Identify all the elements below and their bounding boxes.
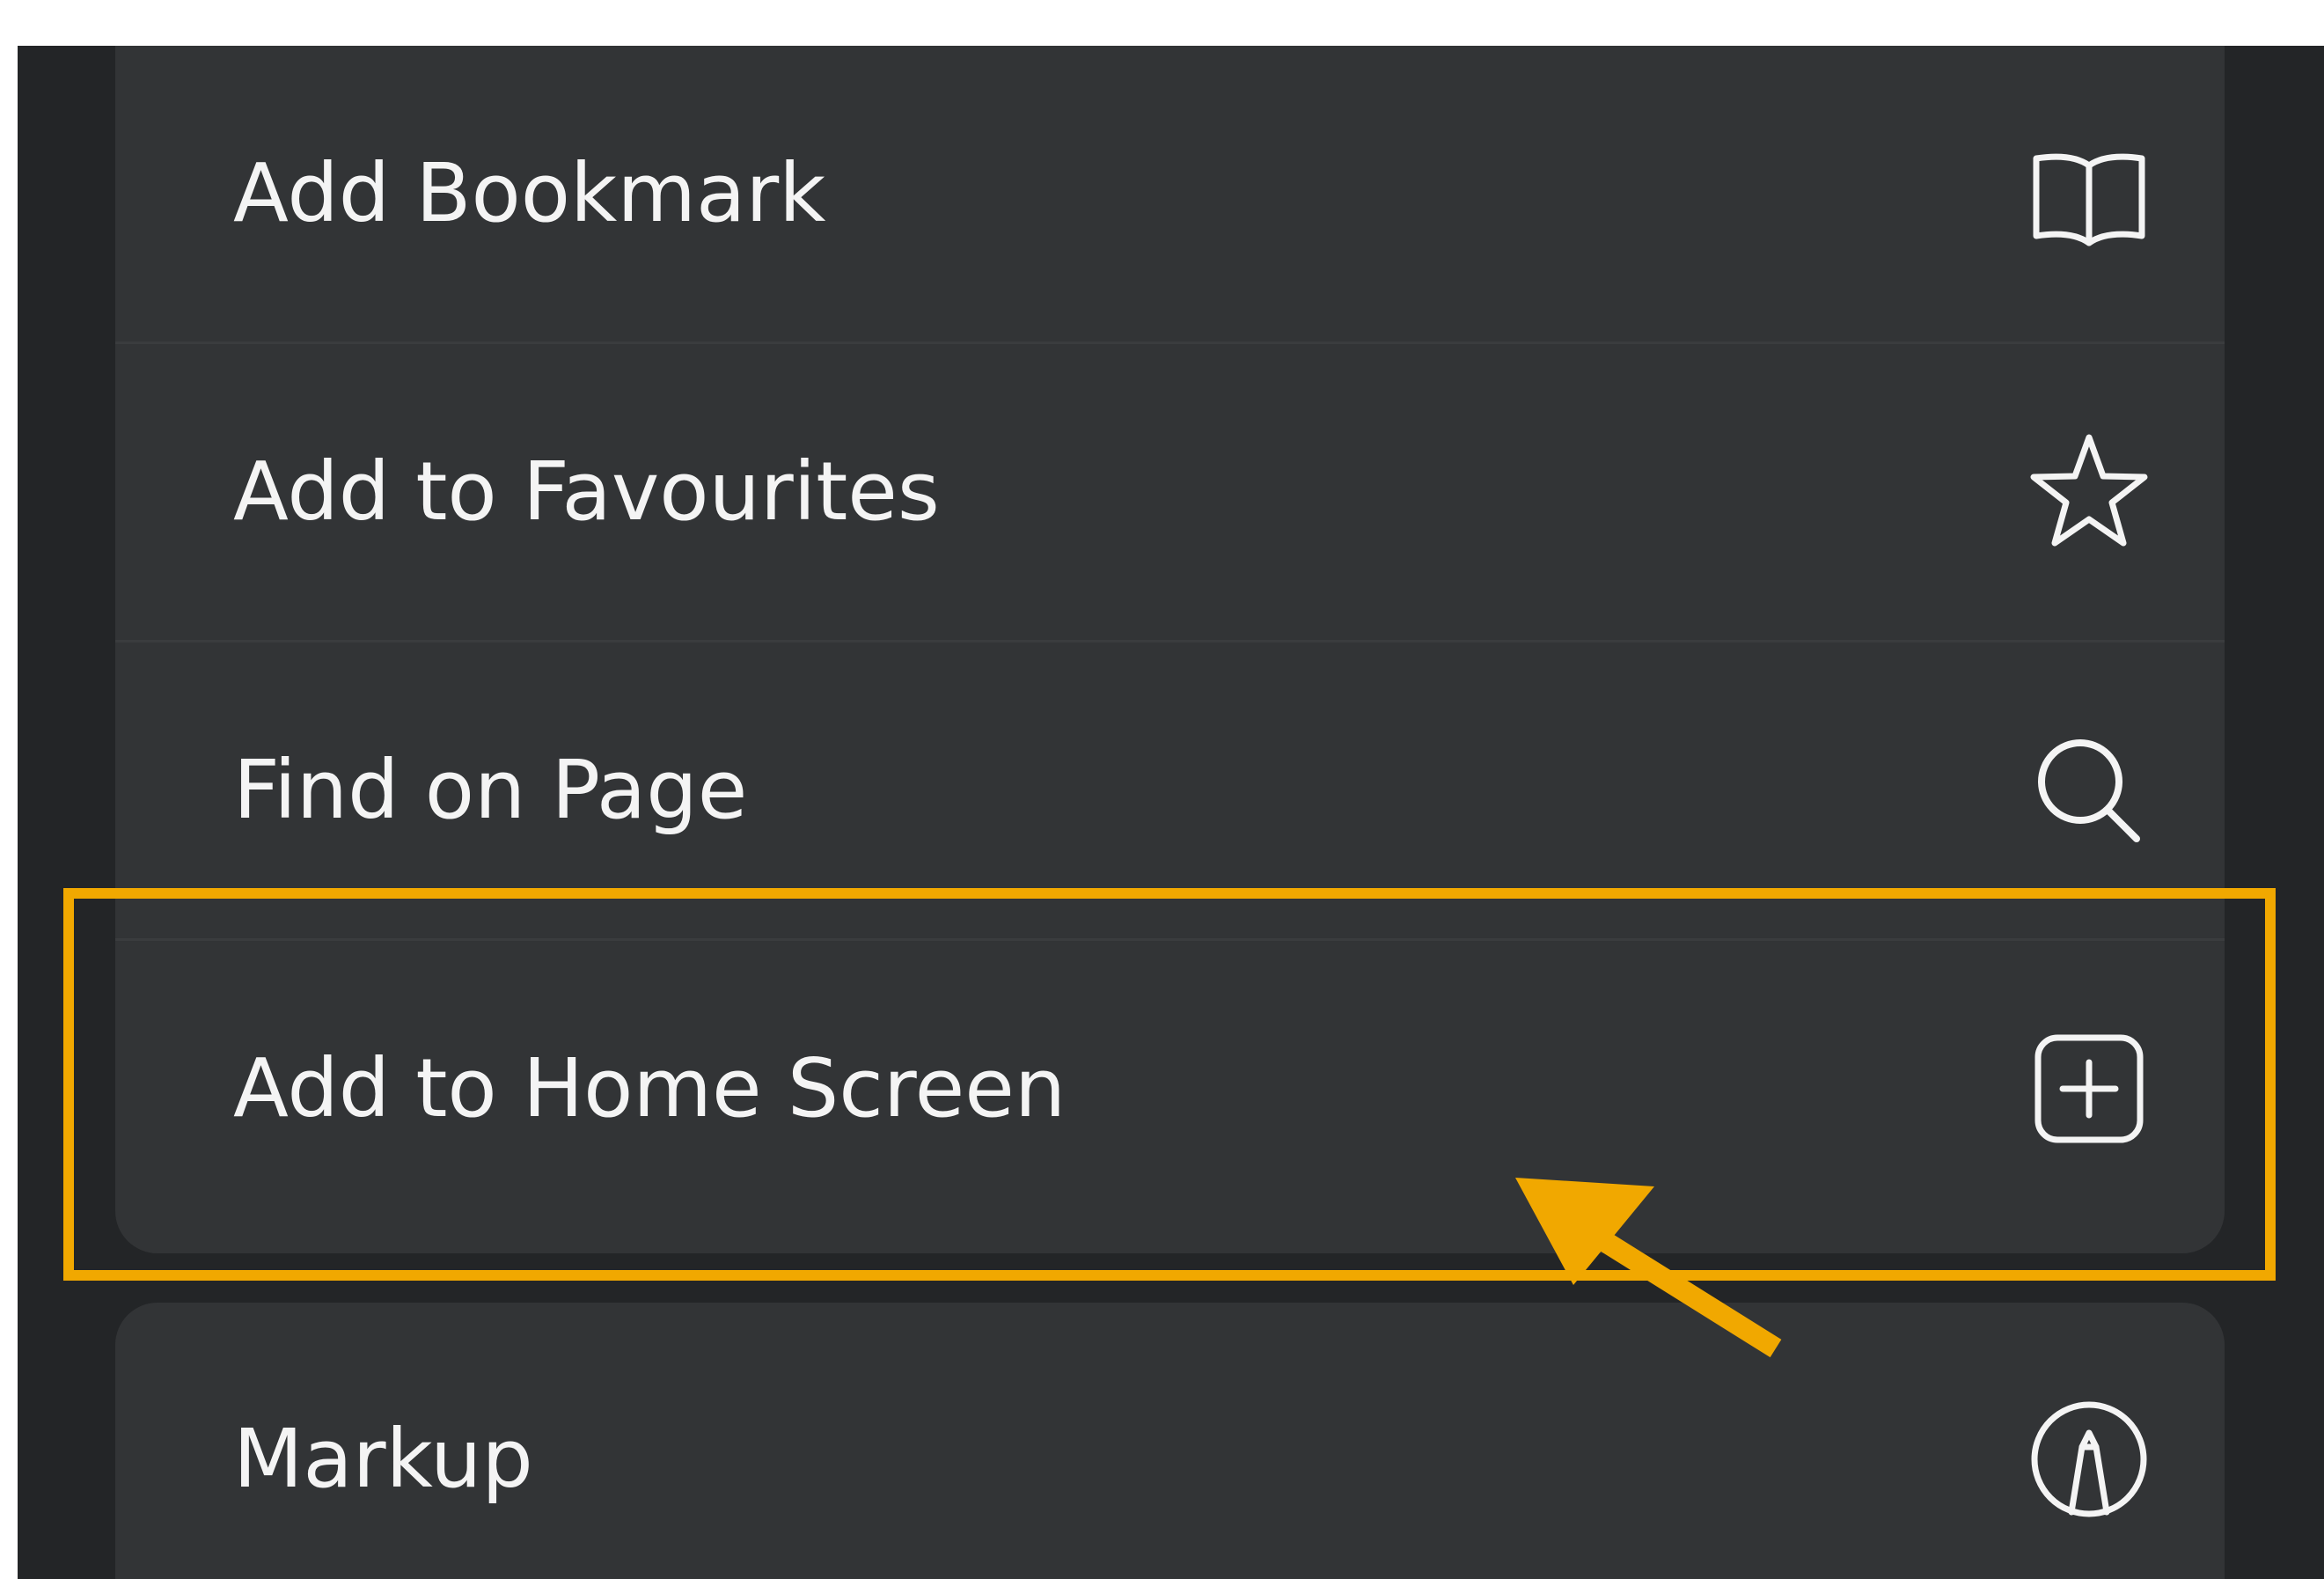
menu-item-add-to-favourites[interactable]: Add to Favourites [115, 344, 2225, 640]
star-icon [2027, 430, 2151, 554]
menu-item-markup[interactable]: Markup [115, 1311, 2225, 1579]
arrow-icon [1496, 1162, 1795, 1364]
highlight-box [63, 888, 2276, 1281]
share-sheet: Add Bookmark Add to Favourites Find on P… [18, 46, 2324, 1579]
search-icon [2027, 729, 2151, 852]
menu-item-add-bookmark[interactable]: Add Bookmark [115, 46, 2225, 342]
markup-group: Markup [115, 1303, 2225, 1579]
menu-item-label: Add to Favourites [233, 444, 940, 539]
menu-item-label: Markup [233, 1412, 533, 1506]
book-icon [2027, 132, 2151, 255]
menu-item-label: Add Bookmark [233, 146, 826, 240]
markup-pen-icon [2027, 1398, 2151, 1521]
